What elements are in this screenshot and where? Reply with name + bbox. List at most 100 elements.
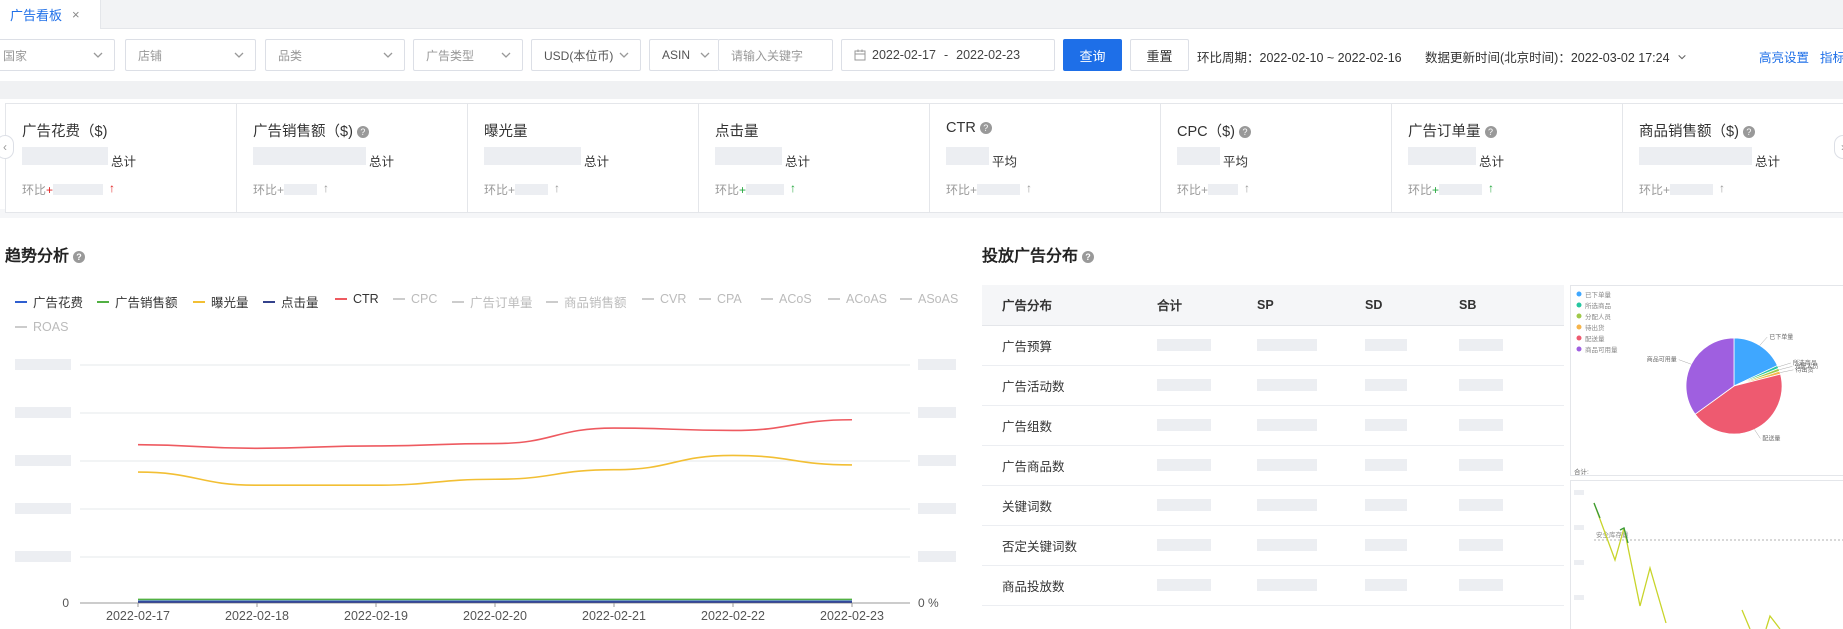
metric-compare-sign: + [277, 183, 285, 197]
metric-title: CPC（$)? [1177, 120, 1252, 141]
pie-legend-label[interactable]: 所选商品 [1585, 301, 1611, 310]
y-tick-placeholder-right [918, 455, 956, 466]
help-icon[interactable]: ? [1082, 251, 1095, 263]
category-select-label: 品类 [278, 48, 303, 63]
tab-ad-board[interactable]: 广告看板 × [0, 0, 101, 29]
metric-compare: 环比+ [253, 181, 284, 198]
help-icon[interactable]: ? [1742, 126, 1755, 138]
pie-legend-label[interactable]: 已下单量 [1585, 290, 1612, 299]
category-select[interactable]: 品类 [265, 39, 405, 71]
metric-compare: 环比+ [715, 181, 746, 198]
shop-select[interactable]: 店铺 [125, 39, 256, 71]
metric-compare-sign: + [1663, 183, 1671, 197]
y-tick-placeholder-left [15, 359, 71, 370]
x-tick-label: 2022-02-20 [463, 609, 527, 623]
chevron-down-icon [619, 52, 629, 58]
pie-legend-label[interactable]: 商品可用量 [1585, 345, 1618, 354]
carousel-prev-button[interactable]: ‹ [0, 135, 14, 159]
table-row-label: 广告商品数 [982, 445, 1157, 486]
metric-compare-sign: + [970, 183, 978, 197]
metric-compare-label: 环比 [1177, 183, 1202, 197]
carousel-next-button[interactable]: › [1834, 135, 1843, 159]
metric-compare-placeholder [284, 184, 317, 195]
highlight-settings-link[interactable]: 高亮设置 [1759, 47, 1809, 66]
metric-title: 曝光量 [484, 120, 528, 141]
keyword-input[interactable]: 请输入关键字 [718, 39, 833, 71]
metric-title-text: CPC（$) [1177, 124, 1236, 140]
pie-legend-label[interactable]: 分配人员 [1585, 312, 1612, 321]
currency-select[interactable]: USD(本位币) [531, 39, 641, 71]
arrow-up-icon: ↑ [1026, 181, 1032, 195]
table-cell [1257, 445, 1365, 486]
metric-aggregate-label: 总计 [1755, 155, 1781, 169]
help-icon[interactable]: ? [979, 122, 992, 134]
close-icon[interactable]: × [72, 7, 80, 22]
pie-slice-label: 商品可用量 [1647, 356, 1677, 364]
help-icon[interactable]: ? [1484, 126, 1497, 138]
reset-button[interactable]: 重置 [1130, 39, 1189, 71]
mini-tick-placeholder [1574, 560, 1584, 565]
table-header-row: 广告分布 合计 SP SD SB [982, 285, 1564, 326]
table-row: 广告活动数 [982, 365, 1564, 406]
metric-card: 广告销售额（$)? 总计 环比+ ↑ [236, 103, 468, 213]
table-cell [1459, 405, 1564, 446]
metric-card: CTR? 平均 环比+ ↑ [929, 103, 1161, 213]
table-cell [1257, 405, 1365, 446]
metric-compare-label: 环比 [253, 183, 278, 197]
ad-type-select[interactable]: 广告类型 [413, 39, 523, 71]
metric-title: 商品销售额（$)? [1639, 120, 1755, 141]
metric-card: 曝光量 总计 环比+ ↑ [467, 103, 699, 213]
table-cell [1157, 525, 1257, 566]
metric-compare-label: 环比 [715, 183, 740, 197]
metric-aggregate-label: 总计 [1479, 155, 1505, 169]
pie-slice-label: 待出货 [1796, 366, 1814, 374]
x-tick-label: 2022-02-18 [225, 609, 289, 623]
update-time[interactable]: 数据更新时间(北京时间)：2022-03-02 17:24 [1425, 47, 1687, 66]
date-range-picker[interactable]: 2022-02-17 - 2022-02-23 [841, 39, 1055, 71]
main-panel: 趋势分析? 广告花费 广告销售额 曝光量 点击量 CTR CPC 广告订单量 商品销售额 CVR… [0, 218, 1843, 629]
help-icon[interactable]: ? [1239, 126, 1252, 138]
indicator-link[interactable]: 指标 [1820, 47, 1843, 66]
pie-legend-dot [1576, 335, 1582, 341]
asin-select[interactable]: ASIN [649, 39, 719, 71]
y-tick-placeholder-left [15, 407, 71, 418]
metric-title: CTR? [946, 120, 992, 136]
date-separator: - [943, 48, 949, 62]
y-tick-placeholder-right [918, 551, 956, 562]
table-cell [1365, 485, 1459, 526]
help-icon[interactable]: ? [356, 126, 369, 138]
arrow-up-icon: ↑ [790, 181, 796, 195]
metric-card: 广告订单量? 总计 环比+ ↑ [1391, 103, 1623, 213]
table-cell [1459, 565, 1564, 606]
metric-title-text: 广告花费（$) [22, 124, 108, 140]
series-line[interactable] [137, 454, 853, 486]
pie-legend-label[interactable]: 待出货 [1585, 323, 1605, 332]
query-button[interactable]: 查询 [1063, 39, 1122, 71]
metric-compare-sign: + [508, 183, 516, 197]
arrow-up-icon: ↑ [1244, 181, 1250, 195]
metric-value-placeholder [715, 147, 782, 165]
x-tick-label: 2022-02-19 [344, 609, 408, 623]
mini-tick-placeholder [1574, 595, 1584, 600]
series-line[interactable] [137, 418, 853, 450]
pie-legend-dot [1576, 302, 1582, 308]
table-row: 关键词数 [982, 485, 1564, 526]
table-row-label: 广告预算 [982, 325, 1157, 366]
table-cell-placeholder [1257, 419, 1317, 431]
table-row: 广告组数 [982, 405, 1564, 446]
table-cell-placeholder [1365, 499, 1407, 511]
chevron-down-icon [234, 52, 244, 58]
metric-aggregate-label: 平均 [992, 155, 1018, 169]
metric-title-text: 商品销售额（$) [1639, 124, 1739, 140]
pie-slice-label: 已下单量 [1769, 333, 1793, 341]
table-cell-placeholder [1459, 579, 1503, 591]
table-cell-placeholder [1365, 579, 1407, 591]
table-cell-placeholder [1157, 339, 1211, 351]
table-cell-placeholder [1365, 459, 1407, 471]
metric-aggregate-label: 平均 [1223, 155, 1249, 169]
metric-compare: 环比+ [1177, 181, 1208, 198]
pie-legend-label[interactable]: 配送量 [1585, 334, 1605, 343]
arrow-up-icon: ↑ [323, 181, 329, 195]
country-select[interactable]: 国家 [0, 39, 115, 71]
y-tick-placeholder-right [918, 359, 956, 370]
